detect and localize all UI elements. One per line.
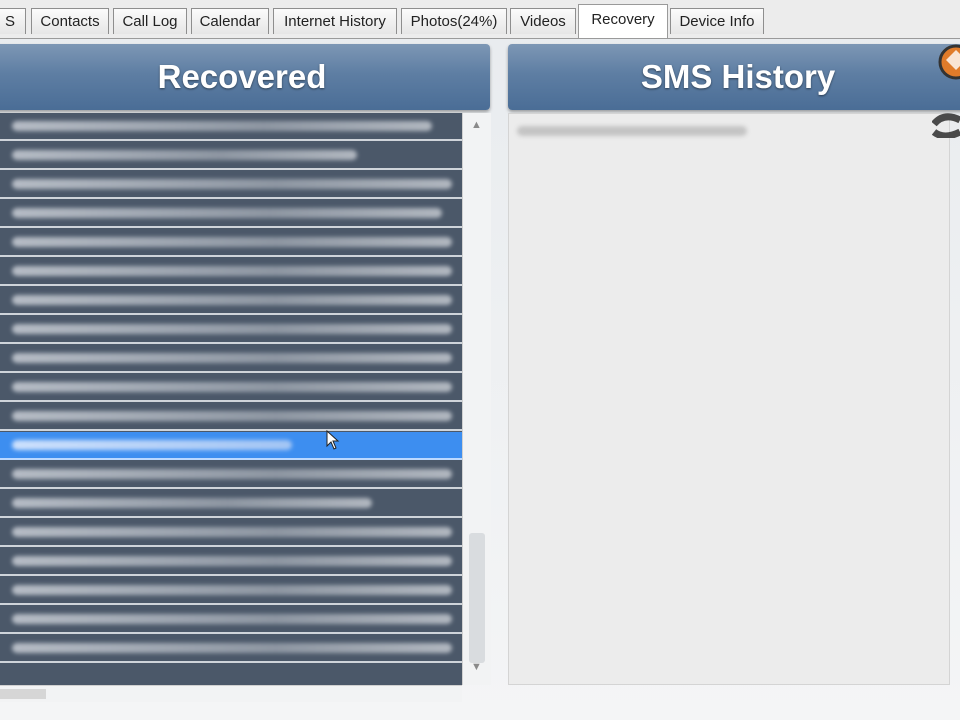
horizontal-scrollbar-thumb[interactable] [0, 689, 46, 699]
scrollbar-thumb[interactable] [469, 533, 485, 663]
list-item[interactable] [0, 403, 462, 431]
scroll-down-arrow-icon[interactable]: ▼ [471, 661, 482, 673]
vertical-scrollbar[interactable]: ▲ ▼ [462, 113, 491, 685]
list-item[interactable] [0, 229, 462, 257]
recovered-list[interactable] [0, 113, 462, 685]
list-item[interactable] [0, 519, 462, 547]
list-item[interactable] [0, 635, 462, 663]
list-item[interactable] [0, 200, 462, 228]
list-item[interactable] [0, 461, 462, 489]
sms-history-panel [508, 113, 950, 685]
recovered-header: Recovered [0, 44, 490, 110]
tab-bar: S Contacts Call Log Calendar Internet Hi… [0, 0, 960, 39]
list-item-selected[interactable] [0, 432, 462, 460]
tab-photos[interactable]: Photos(24%) [401, 8, 507, 34]
mouse-cursor-icon [326, 430, 340, 450]
tab-contacts[interactable]: Contacts [31, 8, 109, 34]
list-item[interactable] [0, 606, 462, 634]
tab-calendar[interactable]: Calendar [191, 8, 269, 34]
tab-internet-history[interactable]: Internet History [273, 8, 397, 34]
list-item[interactable] [0, 577, 462, 605]
tab-device-info[interactable]: Device Info [670, 8, 764, 34]
list-item[interactable] [0, 171, 462, 199]
list-item[interactable] [0, 490, 462, 518]
list-item[interactable] [0, 113, 462, 141]
horizontal-scrollbar[interactable] [0, 685, 462, 702]
tab-recovery[interactable]: Recovery [578, 4, 668, 38]
sms-history-entry [517, 126, 747, 136]
scroll-up-arrow-icon[interactable]: ▲ [471, 119, 482, 131]
tab-s[interactable]: S [0, 8, 26, 34]
list-item[interactable] [0, 374, 462, 402]
logo-icon [932, 44, 960, 138]
list-item[interactable] [0, 548, 462, 576]
list-item[interactable] [0, 316, 462, 344]
tab-call-log[interactable]: Call Log [113, 8, 187, 34]
tab-videos[interactable]: Videos [510, 8, 576, 34]
list-item[interactable] [0, 258, 462, 286]
sms-history-header: SMS History [508, 44, 960, 110]
list-item[interactable] [0, 287, 462, 315]
list-item[interactable] [0, 345, 462, 373]
list-item[interactable] [0, 142, 462, 170]
